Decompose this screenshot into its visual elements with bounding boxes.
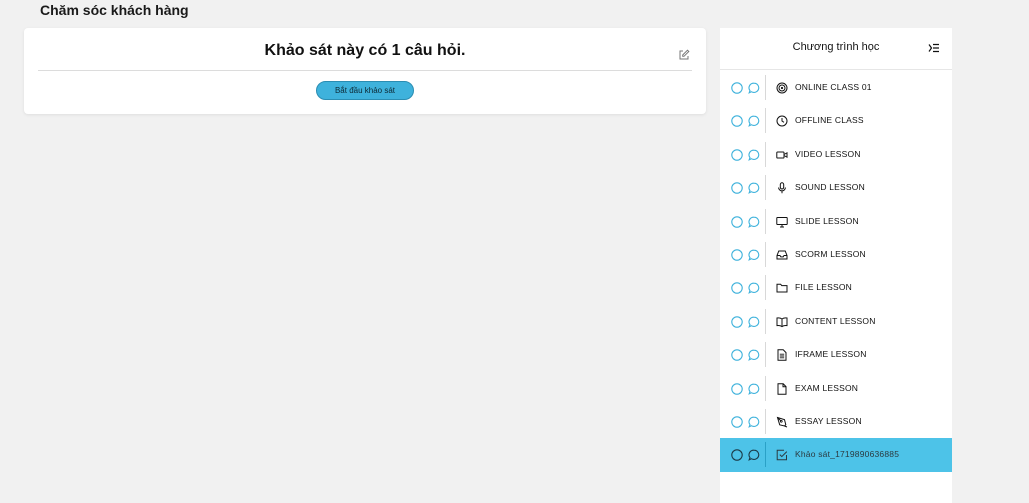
lesson-label: FILE LESSON — [795, 282, 852, 293]
circle-status-icon — [731, 349, 743, 361]
row-divider — [765, 408, 766, 434]
chat-bubble-icon[interactable] — [748, 82, 760, 94]
inbox-icon — [776, 250, 788, 260]
lesson-label: VIDEO LESSON — [795, 148, 861, 159]
book-icon — [776, 317, 788, 327]
checkbox-icon — [776, 449, 788, 461]
lesson-label: Khảo sát_1719890636885 — [795, 449, 900, 460]
chat-bubble-icon[interactable] — [748, 115, 760, 128]
circle-status-icon — [731, 115, 743, 128]
lesson-item-survey[interactable]: Khảo sát_1719890636885 — [720, 438, 952, 472]
lesson-item-iframe-lesson[interactable]: IFRAME LESSON — [720, 338, 952, 371]
microphone-icon — [778, 182, 786, 194]
circle-status-icon — [731, 382, 743, 395]
row-divider — [765, 175, 766, 201]
row-divider — [765, 342, 766, 368]
chat-bubble-icon[interactable] — [748, 383, 760, 395]
lesson-label: EXAM LESSON — [795, 382, 859, 393]
circle-status-icon — [731, 416, 743, 428]
lesson-item-sound-lesson[interactable]: SOUND LESSON — [720, 171, 952, 204]
lesson-label: SOUND LESSON — [795, 182, 865, 193]
chat-bubble-icon[interactable] — [748, 249, 760, 261]
chat-bubble-icon[interactable] — [748, 316, 760, 328]
lesson-item-slide-lesson[interactable]: SLIDE LESSON — [720, 205, 952, 238]
curriculum-title: Chương trình học — [792, 41, 880, 53]
chat-bubble-icon[interactable] — [748, 149, 760, 161]
document-text-icon — [777, 349, 787, 361]
lesson-item-content-lesson[interactable]: CONTENT LESSON — [720, 305, 952, 338]
video-icon — [776, 151, 788, 159]
lesson-item-file-lesson[interactable]: FILE LESSON — [720, 271, 952, 304]
clock-icon — [776, 115, 788, 127]
curriculum-panel: Chương trình học ONLINE CLASS 01 OFFLINE… — [720, 28, 952, 503]
row-divider — [765, 208, 766, 234]
lesson-item-offline-class[interactable]: OFFLINE CLASS — [720, 104, 952, 137]
circle-status-icon — [731, 315, 743, 328]
pen-tool-icon — [776, 416, 788, 428]
lesson-label: SCORM LESSON — [795, 248, 866, 259]
lesson-item-exam-lesson[interactable]: EXAM LESSON — [720, 372, 952, 405]
row-divider — [765, 275, 766, 301]
circle-status-icon — [731, 149, 743, 161]
chat-bubble-icon[interactable] — [748, 182, 760, 195]
lesson-label: OFFLINE CLASS — [795, 115, 864, 126]
lesson-item-scorm-lesson[interactable]: SCORM LESSON — [720, 238, 952, 271]
row-divider — [765, 241, 766, 267]
row-divider — [765, 75, 766, 100]
chat-bubble-icon[interactable] — [748, 216, 760, 228]
row-divider — [765, 375, 766, 401]
chat-bubble-icon[interactable] — [748, 349, 760, 362]
row-divider — [765, 108, 766, 134]
lesson-label: ONLINE CLASS 01 — [795, 82, 872, 92]
lesson-item-video-lesson[interactable]: VIDEO LESSON — [720, 138, 952, 171]
lesson-list: ONLINE CLASS 01 OFFLINE CLASS VIDEO LESS… — [720, 71, 952, 472]
target-icon — [776, 82, 788, 94]
circle-status-icon — [731, 449, 743, 462]
collapse-menu-icon[interactable] — [928, 43, 940, 53]
page-title: Chăm sóc khách hàng — [40, 2, 189, 18]
chat-bubble-icon[interactable] — [748, 416, 760, 428]
chat-bubble-icon[interactable] — [748, 282, 760, 295]
survey-card: Khảo sát này có 1 câu hỏi. Bắt đầu khảo … — [24, 28, 706, 114]
lesson-label: CONTENT LESSON — [795, 315, 876, 326]
row-divider — [765, 442, 766, 468]
survey-heading: Khảo sát này có 1 câu hỏi. — [264, 42, 466, 59]
survey-divider — [38, 70, 692, 71]
row-divider — [765, 141, 766, 167]
monitor-icon — [776, 216, 788, 228]
circle-status-icon — [731, 82, 743, 94]
curriculum-header: Chương trình học — [720, 28, 952, 70]
circle-status-icon — [731, 215, 743, 228]
edit-icon[interactable] — [678, 49, 690, 61]
file-icon — [777, 382, 787, 395]
row-divider — [765, 308, 766, 334]
circle-status-icon — [731, 282, 743, 295]
lesson-item-online-class[interactable]: ONLINE CLASS 01 — [720, 71, 952, 104]
chat-bubble-icon[interactable] — [748, 449, 760, 462]
circle-status-icon — [731, 249, 743, 261]
lesson-label: IFRAME LESSON — [795, 349, 867, 360]
lesson-label: ESSAY LESSON — [795, 415, 862, 426]
lesson-item-essay-lesson[interactable]: ESSAY LESSON — [720, 405, 952, 438]
folder-icon — [776, 284, 788, 293]
lesson-label: SLIDE LESSON — [795, 215, 859, 226]
circle-status-icon — [731, 182, 743, 194]
start-survey-button[interactable]: Bắt đầu khảo sát — [316, 81, 414, 100]
